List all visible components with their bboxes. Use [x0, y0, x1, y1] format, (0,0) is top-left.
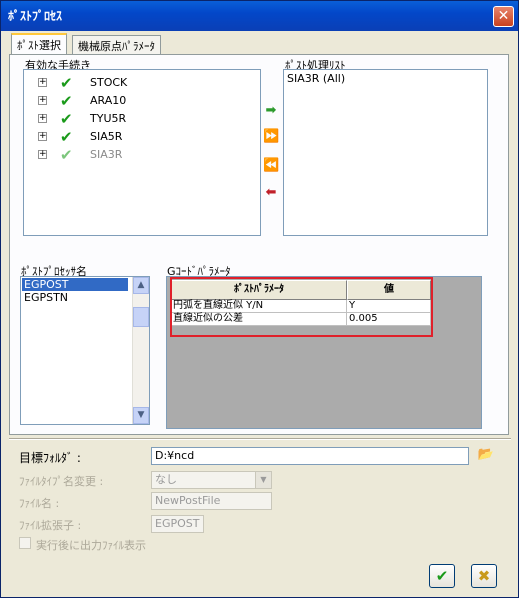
check-icon: ✔ — [60, 74, 73, 92]
check-icon: ✔ — [60, 92, 73, 110]
cancel-button[interactable]: ✖ — [471, 564, 497, 588]
add-arrow-icon[interactable]: ➡ — [263, 104, 279, 117]
post-process-dialog: ﾎﾟｽﾄﾌﾟﾛｾｽ ✕ ﾎﾟｽﾄ選択 機械原点ﾊﾟﾗﾒｰﾀ 有効な手続き + ✔… — [0, 0, 519, 598]
tree-item-label: STOCK — [90, 76, 128, 89]
expand-icon[interactable]: + — [38, 96, 47, 105]
remove-arrow-icon[interactable]: ⬅ — [263, 186, 279, 199]
show-after-label: 実行後に出力ﾌｧｲﾙ表示 — [36, 539, 146, 552]
show-after-checkbox[interactable] — [19, 537, 31, 549]
post-list[interactable]: SIA3R (All) — [283, 69, 488, 236]
title-bar: ﾎﾟｽﾄﾌﾟﾛｾｽ ✕ — [1, 1, 518, 31]
list-item[interactable]: EGPSTN — [22, 291, 128, 304]
tab-post-select[interactable]: ﾎﾟｽﾄ選択 — [11, 33, 67, 55]
scroll-up-icon[interactable]: ▲ — [133, 277, 149, 294]
tree-item-label: SIA5R — [90, 130, 123, 143]
window-title: ﾎﾟｽﾄﾌﾟﾛｾｽ — [8, 9, 63, 23]
check-icon: ✔ — [60, 146, 73, 164]
chevron-down-icon[interactable]: ▼ — [255, 472, 271, 488]
scroll-down-icon[interactable]: ▼ — [133, 407, 149, 424]
filetype-value: なし — [155, 473, 177, 486]
filename-label: ﾌｧｲﾙ名 : — [19, 497, 60, 510]
procedures-tree[interactable]: + ✔ STOCK + ✔ ARA10 + ✔ TYU5R + ✔ SIA5R … — [23, 69, 261, 236]
ext-input[interactable]: EGPOST — [151, 515, 204, 533]
target-folder-label: 目標ﾌｫﾙﾀﾞ : — [19, 451, 81, 465]
filetype-label: ﾌｧｲﾙﾀｲﾌﾟ名変更 : — [19, 475, 104, 488]
expand-icon[interactable]: + — [38, 132, 47, 141]
ok-button[interactable]: ✔ — [429, 564, 455, 588]
filename-input[interactable]: NewPostFile — [151, 492, 272, 510]
list-item[interactable]: SIA3R (All) — [287, 72, 345, 85]
list-item[interactable]: EGPOST — [22, 278, 128, 291]
separator — [9, 438, 511, 440]
tree-item-label: TYU5R — [90, 112, 127, 125]
tree-item-label: SIA3R — [90, 148, 123, 161]
target-folder-input[interactable]: D:¥ncd — [151, 447, 469, 465]
filetype-select[interactable]: なし ▼ — [151, 471, 272, 489]
check-icon: ✔ — [60, 110, 73, 128]
check-icon: ✔ — [60, 128, 73, 146]
tab-machine-origin[interactable]: 機械原点ﾊﾟﾗﾒｰﾀ — [72, 35, 161, 54]
folder-open-icon[interactable]: 📂 — [477, 447, 495, 463]
close-button[interactable]: ✕ — [493, 6, 514, 27]
highlight-box — [170, 277, 433, 337]
expand-icon[interactable]: + — [38, 114, 47, 123]
expand-icon[interactable]: + — [38, 78, 47, 87]
ext-label: ﾌｧｲﾙ拡張子 : — [19, 519, 82, 532]
scrollbar[interactable]: ▲ ▼ — [132, 277, 149, 424]
processor-list[interactable]: EGPOST EGPSTN ▲ ▼ — [20, 276, 150, 425]
add-all-arrow-icon[interactable]: ⏩ — [263, 130, 279, 143]
tree-item-label: ARA10 — [90, 94, 127, 107]
expand-icon[interactable]: + — [38, 150, 47, 159]
remove-all-arrow-icon[interactable]: ⏪ — [263, 159, 279, 172]
scroll-thumb[interactable] — [133, 307, 149, 327]
